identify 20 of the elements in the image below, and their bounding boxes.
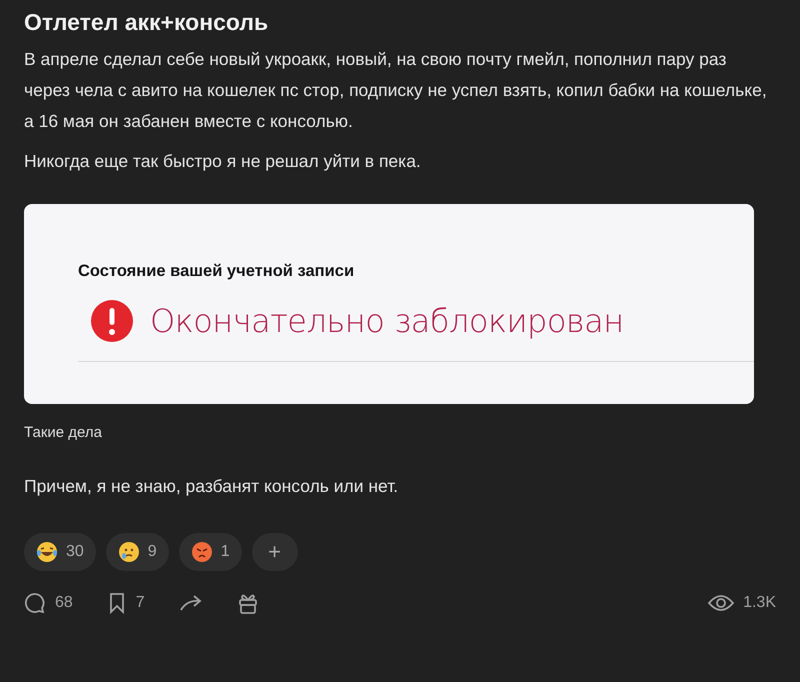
reaction-button[interactable]: 1 bbox=[178, 533, 242, 571]
bookmark-count: 7 bbox=[136, 594, 145, 612]
image-caption: Такие дела bbox=[24, 424, 103, 441]
angry-emoji-icon bbox=[190, 541, 213, 563]
add-reaction-button[interactable]: + bbox=[252, 533, 298, 571]
view-count: 1.3K bbox=[743, 594, 776, 612]
comment-icon[interactable] bbox=[24, 592, 46, 614]
laugh-emoji-icon bbox=[36, 541, 58, 563]
account-status-heading: Состояние вашей учетной записи bbox=[78, 262, 356, 281]
eye-icon bbox=[708, 594, 734, 612]
post-paragraph: В апреле сделал себе новый укроакк, новый, на свою почту гмейл, пополнил пару раз через чела с авито на кошелек пс стор, подписку не успел взять, копил бабки на кошельке, а 16 мая он забанен вместе с консолью. bbox=[24, 48, 768, 133]
post-paragraph: Никогда еще так быстро я не решал уйти в пека. bbox=[24, 150, 422, 173]
post-paragraph: Причем, я не знаю, разбанят консоль или нет. bbox=[24, 475, 400, 498]
tear-emoji-icon bbox=[118, 541, 140, 563]
comment-count: 68 bbox=[55, 594, 73, 612]
reaction-button[interactable]: 30 bbox=[24, 533, 96, 571]
warning-icon bbox=[90, 299, 134, 343]
account-status: Окончательно заблокирован bbox=[150, 302, 624, 340]
reaction-button[interactable]: 9 bbox=[106, 533, 169, 571]
post-title: Отлетел акк+консоль bbox=[24, 8, 270, 37]
